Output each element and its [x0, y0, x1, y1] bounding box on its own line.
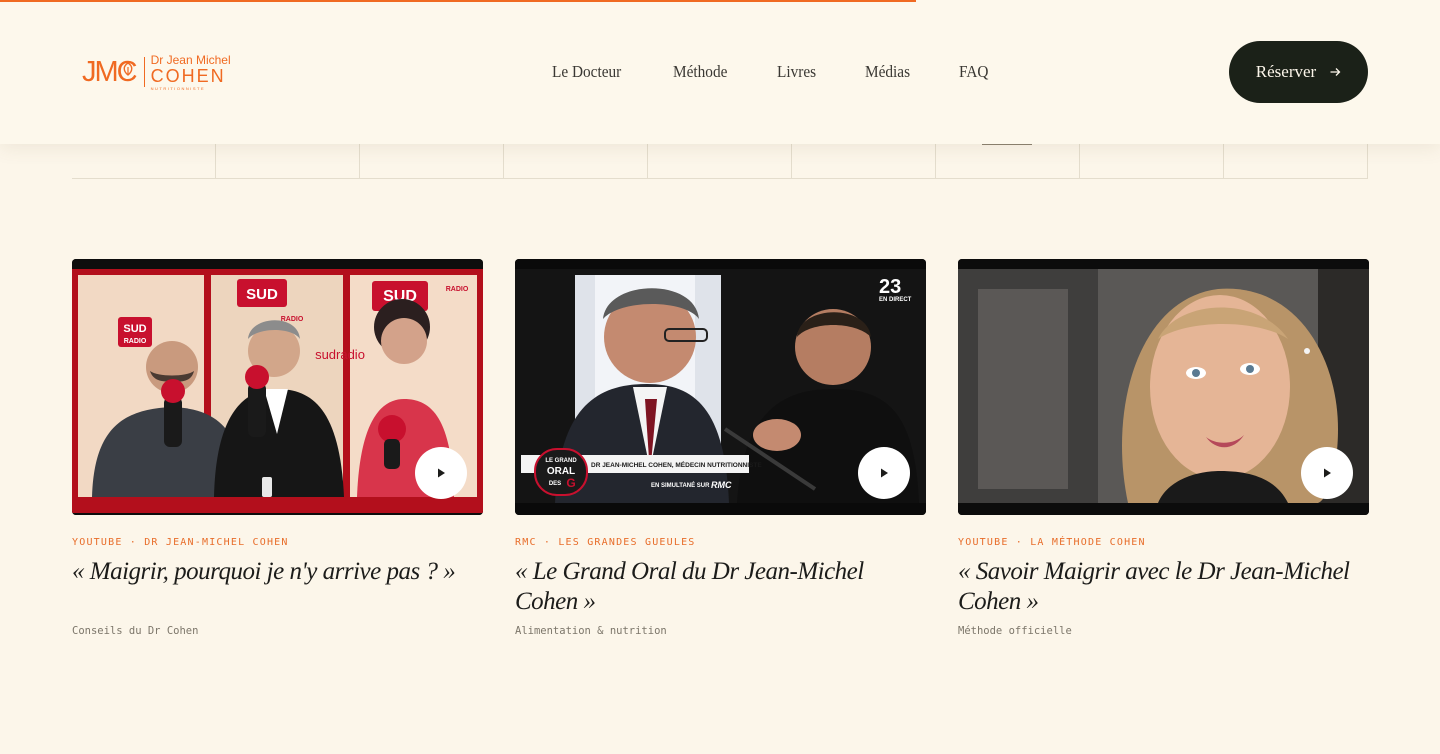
card-meta: YOUTUBE · DR JEAN-MICHEL COHEN — [72, 537, 289, 548]
scroll-progress-bar — [0, 0, 916, 2]
nav-le-docteur[interactable]: Le Docteur — [552, 60, 621, 84]
card-title[interactable]: « Maigrir, pourquoi je n'y arrive pas ? … — [72, 557, 483, 625]
card-meta: RMC · LES GRANDES GUEULES — [515, 537, 696, 548]
filter-cell[interactable] — [504, 144, 648, 178]
play-icon[interactable] — [1301, 447, 1353, 499]
video-thumbnail[interactable]: 23 EN DIRECT LE GRAND ORAL DES G DR JEAN… — [515, 259, 926, 515]
card-title[interactable]: « Savoir Maigrir avec le Dr Jean-Michel … — [958, 557, 1369, 625]
arrow-right-icon — [1330, 62, 1341, 82]
filter-cell[interactable] — [936, 144, 1080, 178]
nav-livres[interactable]: Livres — [777, 60, 816, 84]
main-nav: Le Docteur Méthode Livres Médias FAQ — [552, 60, 992, 84]
leaf-icon — [122, 61, 134, 81]
thumb-text: 23 — [879, 276, 901, 298]
filter-cell[interactable] — [216, 144, 360, 178]
media-filter-bar — [72, 144, 1368, 179]
play-icon[interactable] — [415, 447, 467, 499]
thumb-text: RADIO — [446, 286, 469, 293]
card-tag: Alimentation & nutrition — [515, 625, 667, 637]
nav-medias[interactable]: Médias — [865, 60, 910, 84]
card-tag: Conseils du Dr Cohen — [72, 625, 199, 637]
media-card[interactable]: 23 EN DIRECT LE GRAND ORAL DES G DR JEAN… — [515, 259, 926, 637]
brand-logo[interactable]: JMC Dr Jean Michel COHEN NUTRITIONNISTE — [82, 52, 262, 92]
nav-faq[interactable]: FAQ — [959, 60, 988, 84]
filter-cell[interactable] — [360, 144, 504, 178]
reserve-button[interactable]: Réserver — [1229, 41, 1368, 103]
media-card[interactable]: YOUTUBE · LA MÉTHODE COHEN « Savoir Maig… — [958, 259, 1369, 637]
card-tag: Méthode officielle — [958, 625, 1072, 637]
media-card[interactable]: SUD RADIO SUD SUD RADIO sudradio RADIO Y… — [72, 259, 483, 637]
logo-wordmark: Dr Jean Michel COHEN NUTRITIONNISTE — [151, 54, 231, 91]
thumb-text: EN SIMULTANÉ SUR — [651, 481, 710, 489]
nav-methode[interactable]: Méthode — [673, 60, 727, 84]
media-cards: SUD RADIO SUD SUD RADIO sudradio RADIO Y… — [72, 259, 1369, 637]
video-thumbnail[interactable]: SUD RADIO SUD SUD RADIO sudradio RADIO — [72, 259, 483, 515]
logo-title-main: COHEN — [150, 65, 226, 86]
thumb-text: SUD — [123, 323, 146, 335]
reserve-button-label: Réserver — [1255, 62, 1317, 81]
thumb-text: RADIO — [124, 338, 147, 345]
filter-cell[interactable] — [72, 144, 216, 178]
card-title[interactable]: « Le Grand Oral du Dr Jean-Michel Cohen … — [515, 557, 926, 625]
thumb-text: RMC — [711, 480, 732, 490]
thumb-text: LE GRAND — [545, 458, 577, 464]
logo-title-top: Dr Jean Michel — [150, 52, 231, 67]
site-header: JMC Dr Jean Michel COHEN NUTRITIONNISTE … — [0, 0, 1440, 144]
logo-subtitle: NUTRITIONNISTE — [150, 85, 206, 91]
filter-cell[interactable] — [1224, 144, 1368, 178]
thumb-text: SUD — [246, 286, 278, 303]
thumb-text: sudradio — [315, 347, 365, 362]
filter-cell[interactable] — [792, 144, 936, 178]
thumb-text: DR JEAN-MICHEL COHEN, MÉDECIN NUTRITIONN… — [591, 460, 762, 469]
card-meta: YOUTUBE · LA MÉTHODE COHEN — [958, 537, 1146, 548]
thumb-text: G — [566, 476, 575, 490]
filter-cell[interactable] — [1080, 144, 1224, 178]
filter-cell[interactable] — [648, 144, 792, 178]
filter-active-indicator — [982, 144, 1032, 145]
thumb-text: DES — [549, 481, 561, 487]
logo-divider — [143, 57, 145, 87]
play-icon[interactable] — [858, 447, 910, 499]
video-thumbnail[interactable] — [958, 259, 1369, 515]
thumb-text: EN DIRECT — [879, 297, 912, 303]
